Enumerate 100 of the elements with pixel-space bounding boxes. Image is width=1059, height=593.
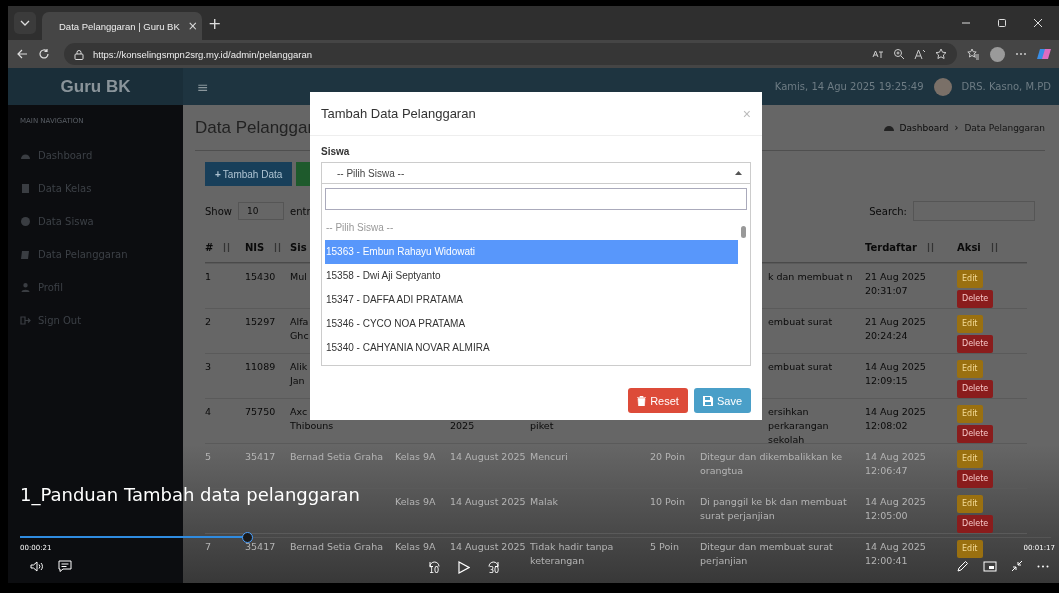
table-cell: k dan membuat n xyxy=(768,271,853,282)
chevron-down-icon xyxy=(20,20,30,26)
read-aloud-icon[interactable] xyxy=(914,48,926,60)
table-cell: 2025 xyxy=(450,420,475,431)
table-cell: Mencuri xyxy=(530,451,568,462)
translate-icon[interactable] xyxy=(872,48,884,60)
delete-button[interactable]: Delete xyxy=(957,515,994,533)
profile-avatar[interactable] xyxy=(990,46,1005,62)
column-header[interactable]: Aksi xyxy=(957,241,981,253)
table-cell: 14 Aug 2025 12:05:00 xyxy=(865,496,926,521)
table-cell: 21 Aug 2025 20:24:24 xyxy=(865,316,926,341)
user-name[interactable]: DRS. Kasno, M.PD xyxy=(961,81,1051,92)
table-cell: 1 xyxy=(205,271,212,282)
user-icon xyxy=(20,282,31,293)
zoom-icon[interactable] xyxy=(893,48,905,60)
menu-button[interactable]: ≡ xyxy=(197,78,209,95)
table-cell: 35417 xyxy=(245,541,276,552)
dropdown-option[interactable]: 15363 - Embun Rahayu Widowati xyxy=(325,240,738,264)
dropdown-option[interactable]: 15347 - DAFFA ADI PRATAMA xyxy=(325,288,738,312)
caret-up-icon xyxy=(735,171,742,175)
tab-list-button[interactable] xyxy=(14,12,36,34)
address-field[interactable]: https://konselingsmpn2srg.my.id/admin/pelanggaran xyxy=(64,43,957,65)
close-button[interactable]: × xyxy=(742,105,751,122)
reload-icon[interactable] xyxy=(38,48,50,60)
browser-tab[interactable]: Data Pelanggaran | Guru BK × xyxy=(42,12,202,40)
search-field[interactable] xyxy=(325,188,747,210)
student-select[interactable]: -- Pilih Siswa -- xyxy=(321,162,751,184)
pen-icon[interactable] xyxy=(957,560,969,572)
table-cell: Di panggil ke bk dan membuat surat perjanjian xyxy=(700,496,847,521)
edit-button[interactable]: Edit xyxy=(957,270,983,288)
delete-button[interactable]: Delete xyxy=(957,335,994,353)
volume-icon[interactable] xyxy=(30,560,44,572)
delete-button[interactable]: Delete xyxy=(957,290,994,308)
table-cell: 15430 xyxy=(245,271,276,282)
table-cell: 15297 xyxy=(245,316,276,327)
table-cell: Tidak hadir tanpa keterangan xyxy=(530,541,614,566)
reset-button[interactable]: Reset xyxy=(628,388,688,413)
delete-button[interactable]: Delete xyxy=(957,380,994,398)
copilot-icon[interactable] xyxy=(1037,47,1051,61)
table-cell: 3 xyxy=(205,361,212,372)
edit-button[interactable]: Edit xyxy=(957,315,983,333)
more-icon[interactable] xyxy=(1037,564,1049,568)
save-button[interactable]: Save xyxy=(693,388,751,413)
collapse-icon[interactable] xyxy=(1011,560,1023,572)
table-cell: Alfa Ghc xyxy=(290,315,309,343)
table-cell: 14 Aug 2025 12:06:47 xyxy=(865,451,926,476)
dropdown-option[interactable]: 15340 - CAHYANIA NOVAR ALMIRA xyxy=(325,336,738,360)
favorites-icon[interactable] xyxy=(967,48,980,60)
table-cell: 21 Aug 2025 20:31:07 xyxy=(865,271,926,296)
column-header[interactable]: # xyxy=(205,241,214,253)
table-cell: Axc Thibouns xyxy=(290,405,334,433)
play-icon[interactable] xyxy=(458,561,470,574)
delete-button[interactable]: Delete xyxy=(957,470,994,488)
entries-label: entr xyxy=(290,205,311,217)
edit-button[interactable]: Edit xyxy=(957,540,983,558)
table-cell: Kelas 9A xyxy=(395,496,436,507)
table-cell: embuat surat xyxy=(768,361,833,372)
table-cell: 10 Poin xyxy=(650,496,685,507)
tab-title: Data Pelanggaran | Guru BK xyxy=(59,20,180,32)
breadcrumb-link[interactable]: Dashboard xyxy=(899,122,949,133)
table-cell: Bernad Setia Graha xyxy=(290,541,383,552)
close-icon[interactable] xyxy=(1033,18,1043,28)
table-cell: Ditegur dan membuat surat perjanjian xyxy=(700,541,833,566)
breadcrumb-current: Data Pelanggaran xyxy=(964,122,1045,133)
edit-button[interactable]: Edit xyxy=(957,360,983,378)
back-icon[interactable] xyxy=(16,48,28,60)
edit-button[interactable]: Edit xyxy=(957,405,983,423)
table-cell: 35417 xyxy=(245,451,276,462)
modal-title: Tambah Data Pelanggaran xyxy=(321,106,477,121)
progress-handle[interactable] xyxy=(241,532,253,543)
tab-close-button[interactable]: × xyxy=(187,19,198,33)
captions-icon[interactable] xyxy=(58,560,72,572)
add-data-button[interactable]: + Tambah Data xyxy=(205,162,293,186)
edit-button[interactable]: Edit xyxy=(957,495,983,513)
dropdown-option[interactable]: 15346 - CYCO NOA PRATAMA xyxy=(325,312,738,336)
new-tab-button[interactable]: + xyxy=(208,13,222,33)
progress-track[interactable] xyxy=(20,532,1051,543)
database-icon xyxy=(20,183,31,194)
forward-arrow-icon xyxy=(488,560,500,567)
page-size-select[interactable]: 10 xyxy=(238,202,284,220)
table-cell: Malak xyxy=(530,496,558,507)
rewind-arrow-icon xyxy=(428,560,440,567)
search-label: Search: xyxy=(869,205,907,217)
field-label: Siswa xyxy=(321,146,351,157)
restore-icon[interactable] xyxy=(997,18,1007,28)
miniplayer-icon[interactable] xyxy=(983,560,997,572)
column-header[interactable]: NIS xyxy=(245,241,265,253)
edit-button[interactable]: Edit xyxy=(957,450,983,468)
page-title: Data Pelanggar xyxy=(195,117,314,138)
star-icon[interactable] xyxy=(935,48,947,60)
dropdown-option[interactable]: 15358 - Dwi Aji Septyanto xyxy=(325,264,738,288)
table-cell: 14 Aug 2025 12:08:02 xyxy=(865,406,926,431)
sign-out-icon xyxy=(20,315,31,326)
column-header[interactable]: Sis xyxy=(290,241,307,253)
column-header[interactable]: Terdaftar xyxy=(865,241,917,253)
table-cell: 14 Aug 2025 12:00:41 xyxy=(865,541,926,566)
delete-button[interactable]: Delete xyxy=(957,425,994,443)
video-title: 1_Panduan Tambah data pelanggaran xyxy=(20,484,361,505)
lock-icon xyxy=(74,48,84,60)
globe-icon xyxy=(20,216,31,227)
